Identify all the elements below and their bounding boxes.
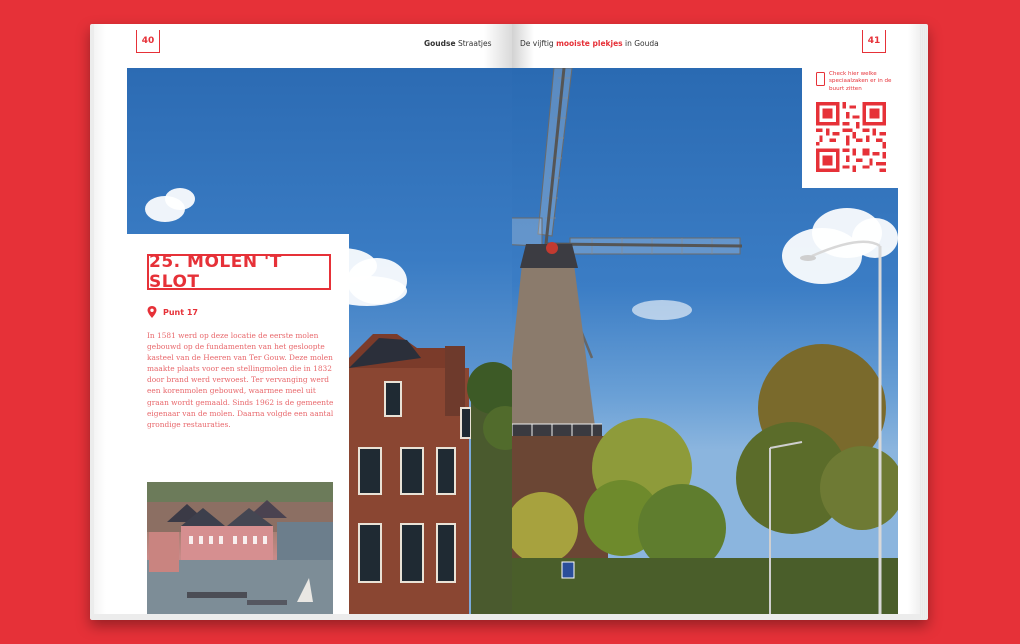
article-title: 25. MOLEN 'T SLOT <box>149 252 282 292</box>
miniature-town-photo <box>147 482 333 614</box>
qr-caption: Check hier welke speciaalzaken er in de … <box>829 71 892 92</box>
running-head-left: Goudse Straatjes <box>424 39 492 48</box>
running-head-right: De vijftig mooiste plekjes in Gouda <box>520 39 659 48</box>
right-page: De vijftig mooiste plekjes in Gouda 41 C… <box>512 24 920 614</box>
location-row: Punt 17 <box>147 306 198 318</box>
title-frame: 25. MOLEN 'T SLOT <box>147 252 331 292</box>
left-page: 40 Goudse Straatjes 25. MOLEN 'T SLOT Pu… <box>94 24 512 614</box>
location-label: Punt 17 <box>163 307 198 317</box>
miniature-town-illustration <box>147 482 333 614</box>
map-pin-icon <box>147 306 157 318</box>
phone-icon <box>816 72 825 86</box>
open-book: 40 Goudse Straatjes 25. MOLEN 'T SLOT Pu… <box>90 24 928 620</box>
qr-panel: Check hier welke speciaalzaken er in de … <box>802 68 898 188</box>
page-number-left: 40 <box>136 30 160 53</box>
page-number-right: 41 <box>862 30 886 53</box>
article-text-panel: 25. MOLEN 'T SLOT Punt 17 In 1581 werd o… <box>127 234 349 614</box>
article-body: In 1581 werd op deze locatie de eerste m… <box>147 331 334 429</box>
page-edges <box>920 28 928 618</box>
qr-code-icon[interactable] <box>816 102 886 172</box>
